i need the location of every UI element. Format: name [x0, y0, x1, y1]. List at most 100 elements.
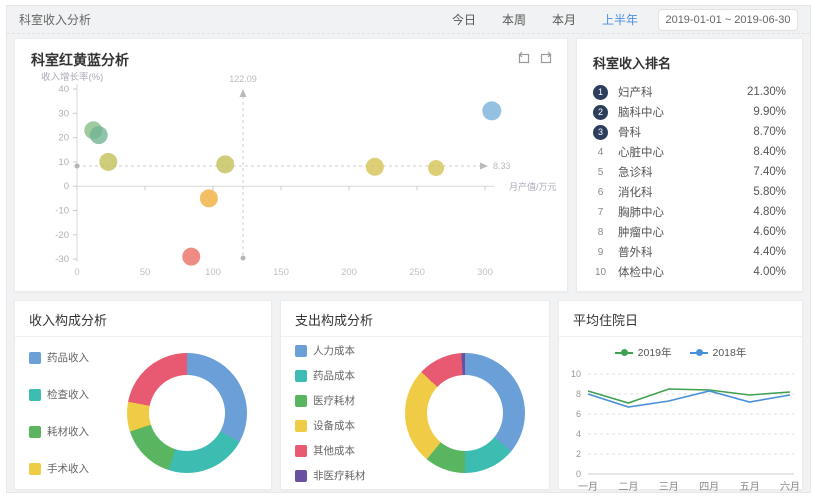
line-legend-item[interactable]: 2018年	[690, 345, 747, 360]
rank-badge: 9	[593, 247, 608, 258]
department-percent: 7.40%	[753, 166, 786, 178]
ranking-row: 4 心脏中心 8.40%	[593, 142, 786, 162]
ranking-row: 7胸肺中心4.80%	[593, 202, 786, 222]
legend-item[interactable]: 非医疗耗材	[295, 468, 366, 483]
refresh-icon[interactable]	[539, 51, 553, 65]
scatter-bubble[interactable]	[428, 160, 444, 176]
scatter-bubble[interactable]	[182, 248, 200, 266]
ranking-row: 3骨科8.70%	[593, 122, 786, 142]
department-name: 心脏中心	[618, 144, 664, 160]
legend-swatch	[295, 445, 307, 457]
department-percent: 8.40%	[753, 146, 786, 158]
legend-item[interactable]: 药品收入	[29, 350, 89, 365]
ranking-row: 9普外科4.40%	[593, 242, 786, 262]
legend-item[interactable]: 耗材收入	[29, 424, 89, 439]
department-name: 脑科中心	[618, 104, 664, 120]
expense-panel: 支出构成分析 人力成本药品成本医疗耗材设备成本其他成本非医疗耗材	[280, 300, 550, 490]
svg-text:收入增长率(%): 收入增长率(%)	[41, 72, 103, 83]
legend-item[interactable]: 检查收入	[29, 387, 89, 402]
scatter-panel: 科室红黄蓝分析 收入增长率(%)403020100-10-20-30050100…	[14, 38, 568, 292]
expense-donut-chart[interactable]	[405, 353, 525, 473]
legend-label: 耗材收入	[47, 424, 89, 439]
rank-badge: 8	[593, 227, 608, 238]
date-range-picker[interactable]: 2019-01-01 ~ 2019-06-30	[658, 9, 798, 31]
legend-item[interactable]: 其他成本	[295, 443, 366, 458]
line-legend-marker	[615, 352, 633, 354]
legend-item[interactable]: 药品成本	[295, 368, 366, 383]
ranking-panel-title: 科室收入排名	[593, 53, 786, 72]
svg-text:20: 20	[58, 133, 69, 144]
legend-label: 人力成本	[313, 343, 355, 358]
svg-text:0: 0	[74, 267, 79, 278]
restore-icon[interactable]	[517, 51, 531, 65]
dashboard-page: 科室收入分析 今日本周本月上半年 2019-01-01 ~ 2019-06-30…	[6, 5, 811, 493]
legend-swatch	[295, 420, 307, 432]
stay-panel-title: 平均住院日	[559, 301, 802, 337]
line-legend-label: 2019年	[638, 345, 672, 360]
legend-item[interactable]: 医疗耗材	[295, 393, 366, 408]
department-name: 肿瘤中心	[618, 224, 664, 240]
time-filter-group: 今日 本周 本月 上半年	[426, 11, 638, 28]
rank-badge: 4	[593, 147, 608, 158]
department-percent: 4.00%	[753, 266, 786, 278]
svg-text:122.09: 122.09	[229, 74, 257, 84]
rank-badge: 5	[593, 167, 608, 178]
svg-text:250: 250	[409, 267, 425, 278]
ranking-row: 6消化科5.80%	[593, 182, 786, 202]
expense-pie-body: 人力成本药品成本医疗耗材设备成本其他成本非医疗耗材	[281, 337, 549, 489]
main-row: 科室红黄蓝分析 收入增长率(%)403020100-10-20-30050100…	[14, 38, 803, 292]
department-name: 体检中心	[618, 264, 664, 280]
legend-item[interactable]: 人力成本	[295, 343, 366, 358]
svg-text:-10: -10	[55, 206, 69, 217]
department-name: 胸肺中心	[618, 204, 664, 220]
svg-text:40: 40	[58, 84, 69, 95]
legend-item[interactable]: 手术收入	[29, 461, 89, 476]
scatter-chart[interactable]: 收入增长率(%)403020100-10-20-3005010015020025…	[17, 72, 567, 284]
svg-text:-30: -30	[55, 254, 69, 265]
scatter-bubble[interactable]	[216, 155, 234, 173]
avg-stay-line-chart[interactable]: 0246810一月二月三月四月五月六月	[562, 362, 800, 498]
svg-text:4: 4	[575, 429, 580, 439]
svg-text:五月: 五月	[739, 481, 759, 493]
svg-text:-20: -20	[55, 230, 69, 241]
ranking-panel: 科室收入排名 1妇产科21.30%2脑科中心9.90%3骨科8.70%4心脏中心…	[576, 38, 803, 292]
rank-badge: 6	[593, 187, 608, 198]
scatter-bubble[interactable]	[366, 158, 384, 176]
department-name: 妇产科	[618, 84, 653, 100]
department-name: 普外科	[618, 244, 653, 260]
ranking-row: 8 肿瘤中心 4.60%	[593, 222, 786, 242]
rank-badge: 7	[593, 207, 608, 218]
line-series[interactable]	[588, 391, 790, 407]
scatter-bubble[interactable]	[200, 189, 218, 207]
department-name: 骨科	[618, 124, 641, 140]
time-filter-tab[interactable]: 本月	[552, 11, 576, 28]
department-percent: 4.60%	[753, 226, 786, 238]
chart-toolbox	[517, 51, 553, 65]
legend-item[interactable]: 设备成本	[295, 418, 366, 433]
legend-label: 医疗耗材	[313, 393, 355, 408]
time-filter-tab[interactable]: 本周	[502, 11, 526, 28]
svg-text:8.33: 8.33	[493, 161, 511, 171]
bottom-row: 收入构成分析 药品收入检查收入耗材收入手术收入 支出构成分析 人力成本药品成本医…	[14, 300, 803, 490]
rank-badge: 10	[593, 267, 608, 278]
scatter-bubble[interactable]	[482, 101, 501, 120]
legend-swatch	[295, 470, 307, 482]
scatter-bubble[interactable]	[90, 126, 108, 144]
department-percent: 8.70%	[753, 126, 786, 138]
svg-text:六月: 六月	[780, 481, 800, 493]
time-filter-tab[interactable]: 今日	[452, 11, 476, 28]
scatter-bubble[interactable]	[99, 153, 117, 171]
svg-text:8: 8	[575, 389, 580, 399]
income-panel-title: 收入构成分析	[15, 301, 271, 337]
time-filter-tab[interactable]: 上半年	[602, 11, 638, 28]
department-name: 消化科	[618, 184, 653, 200]
svg-text:三月: 三月	[658, 481, 678, 493]
scatter-panel-title: 科室红黄蓝分析	[15, 39, 567, 70]
department-percent: 9.90%	[753, 106, 786, 118]
line-legend: 2019年 2018年	[559, 337, 802, 360]
expense-panel-title: 支出构成分析	[281, 301, 549, 337]
svg-text:二月: 二月	[618, 481, 638, 493]
income-donut-chart[interactable]	[127, 353, 247, 473]
line-legend-item[interactable]: 2019年	[615, 345, 672, 360]
legend-swatch	[29, 389, 41, 401]
